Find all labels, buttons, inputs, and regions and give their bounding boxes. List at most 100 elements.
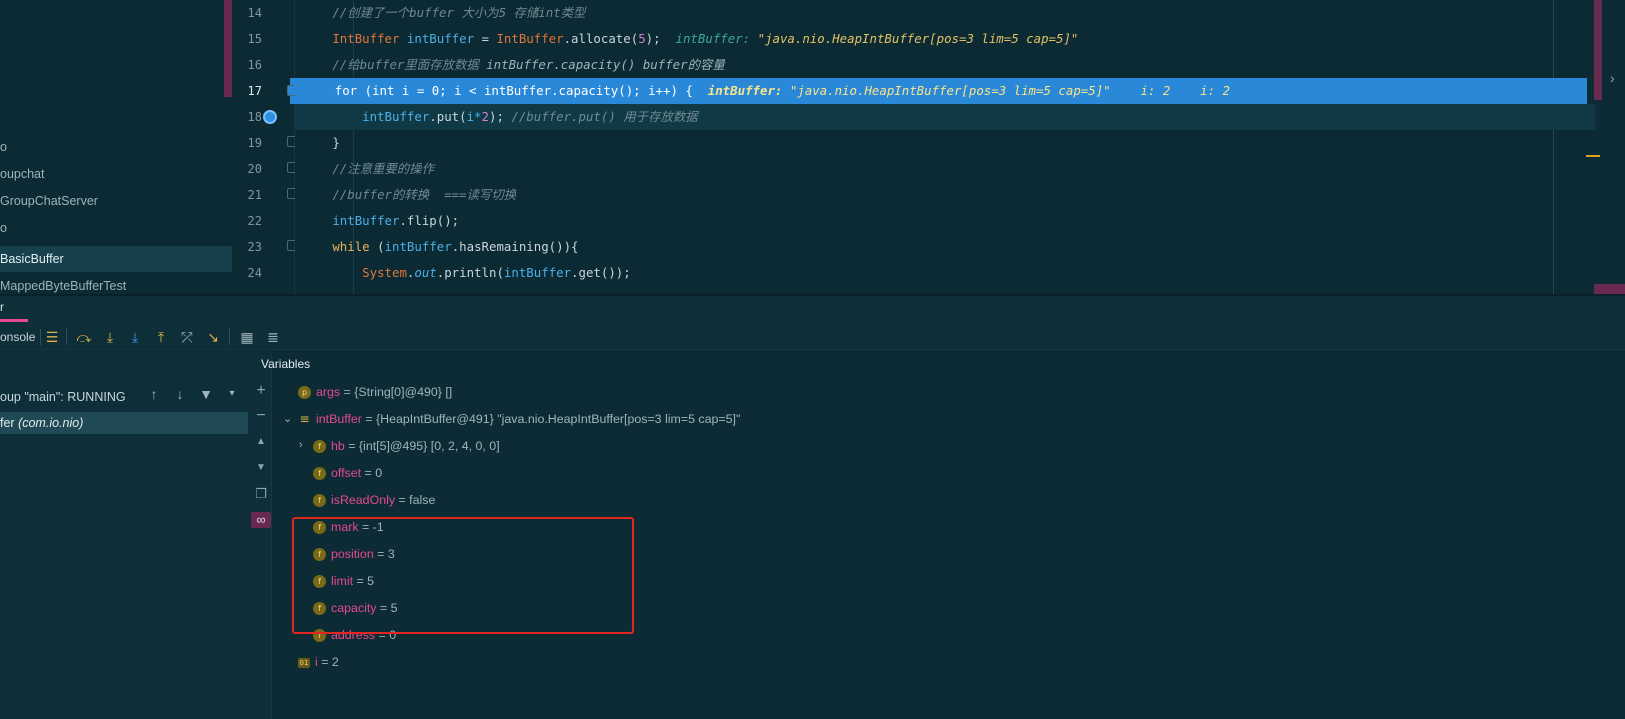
- project-tree: o oupchat GroupChatServer o BasicBuffer …: [0, 0, 232, 294]
- variable-value: {String[0]@490} []: [354, 385, 453, 399]
- code-type: IntBuffer: [332, 31, 400, 46]
- line-number: 19: [247, 136, 262, 150]
- variable-row[interactable]: f offset = 0: [313, 460, 382, 486]
- field-icon: f: [313, 440, 326, 454]
- arrow-down-icon[interactable]: ↓: [172, 384, 188, 404]
- tree-item[interactable]: oupchat: [0, 161, 232, 187]
- code-number: 2: [481, 109, 489, 124]
- project-scrollbar[interactable]: [224, 0, 232, 97]
- tree-item[interactable]: o: [0, 215, 232, 241]
- code-line: //给buffer里面存放数据 intBuffer.capacity() buf…: [295, 52, 1595, 78]
- ide-window: o oupchat GroupChatServer o BasicBuffer …: [0, 0, 1625, 719]
- line-number: 20: [247, 162, 262, 176]
- variable-row[interactable]: f hb = {int[5]@495} [0, 2, 4, 0, 0]: [313, 433, 500, 459]
- remove-watch-icon[interactable]: −: [253, 408, 269, 424]
- variable-row[interactable]: p args = {String[0]@490} []: [298, 379, 452, 405]
- variable-row[interactable]: f isReadOnly = false: [313, 487, 435, 513]
- inline-debug-value: "java.nio.HeapIntBuffer[pos=3 lim=5 cap=…: [789, 83, 1111, 98]
- stack-frame-selected[interactable]: fer (com.io.nio): [0, 412, 248, 434]
- tree-item-label: o: [0, 140, 7, 154]
- trace-icon[interactable]: ≣: [264, 328, 282, 346]
- frame-method: fer: [0, 416, 19, 430]
- evaluate-expression-icon[interactable]: ▦: [238, 328, 256, 346]
- line-number: 16: [247, 58, 262, 72]
- line-number: 23: [247, 240, 262, 254]
- tree-item-selected[interactable]: BasicBuffer: [0, 246, 232, 272]
- field-icon: f: [313, 467, 326, 481]
- code-token: );: [488, 109, 504, 124]
- breakpoint-icon[interactable]: [263, 110, 277, 124]
- editor-scrollbar[interactable]: [1594, 0, 1602, 100]
- variable-row[interactable]: 01 i = 2: [298, 649, 339, 675]
- code-editor[interactable]: //创建了一个buffer 大小为5 存储int类型 IntBuffer int…: [295, 0, 1595, 294]
- move-down-icon[interactable]: ▼: [253, 460, 269, 476]
- code-comment: //创建了一个buffer 大小为5 存储int类型: [332, 5, 586, 20]
- chevron-right-icon[interactable]: ›: [1610, 70, 1615, 86]
- tree-item-label: GroupChatServer: [0, 194, 98, 208]
- chevron-down-icon[interactable]: ⌄: [283, 412, 292, 425]
- code-variable: intBuffer: [406, 31, 475, 46]
- editor-scrollbar-horizontal[interactable]: [1594, 284, 1625, 294]
- code-token: .allocate(: [563, 31, 639, 46]
- code-keyword: while: [332, 239, 370, 254]
- code-line: //buffer的转换 ===读写切换: [295, 182, 1595, 208]
- field-icon: f: [313, 494, 326, 508]
- code-token: (: [369, 239, 385, 254]
- inline-debug-value: "java.nio.HeapIntBuffer[pos=3 lim=5 cap=…: [757, 31, 1079, 46]
- move-up-icon[interactable]: ▲: [253, 434, 269, 450]
- variable-row[interactable]: ≡ intBuffer = {HeapIntBuffer@491} "java.n…: [298, 406, 740, 432]
- add-watch-icon[interactable]: +: [253, 383, 269, 399]
- code-variable: intBuffer: [384, 239, 452, 254]
- code-line: intBuffer.put(i*2); //buffer.put() 用于存放数…: [295, 104, 1595, 130]
- inline-debug-value: i: 2: [1200, 83, 1230, 98]
- force-step-into-icon[interactable]: ⤓: [126, 328, 144, 346]
- variable-name: offset: [331, 466, 362, 480]
- tree-item-label: BasicBuffer: [0, 252, 64, 266]
- show-execution-point-icon[interactable]: ☰: [43, 328, 61, 346]
- chevron-right-icon[interactable]: ›: [299, 439, 303, 451]
- step-into-icon[interactable]: ⤓: [101, 328, 119, 346]
- run-to-cursor-icon[interactable]: ↘: [204, 328, 222, 346]
- code-comment: intBuffer.capacity() buffer的容量: [486, 57, 725, 72]
- drop-frame-icon[interactable]: ⤱: [178, 328, 196, 346]
- tree-item[interactable]: GroupChatServer: [0, 188, 232, 214]
- code-token: );: [645, 31, 661, 46]
- arrow-up-icon[interactable]: ↑: [146, 384, 162, 404]
- variable-equals: =: [395, 493, 410, 507]
- variables-title: Variables: [261, 357, 311, 371]
- variable-equals: =: [361, 412, 377, 426]
- step-over-icon[interactable]: ⤼: [75, 328, 93, 346]
- code-token: .hasRemaining()){: [451, 239, 579, 254]
- code-line: IntBuffer intBuffer = IntBuffer.allocate…: [295, 26, 1595, 52]
- object-icon: ≡: [299, 412, 310, 427]
- chevron-down-icon[interactable]: ▾: [224, 384, 240, 404]
- variable-value: {int[5]@495} [0, 2, 4, 0, 0]: [358, 439, 500, 453]
- tree-item[interactable]: o: [0, 134, 232, 160]
- code-token: =: [474, 31, 497, 46]
- variable-value: {HeapIntBuffer@491} "java.nio.HeapIntBuf…: [376, 412, 741, 426]
- filter-icon[interactable]: ▼: [198, 384, 214, 404]
- inline-debug-value: i: 2: [1140, 83, 1171, 98]
- console-tab[interactable]: onsole: [0, 330, 35, 344]
- step-out-icon[interactable]: ⤒: [152, 328, 170, 346]
- tree-item-label: MappedByteBufferTest: [0, 279, 127, 293]
- variable-name: isReadOnly: [331, 493, 396, 507]
- tree-item[interactable]: MappedByteBufferTest: [0, 273, 232, 294]
- code-token: .put(: [429, 109, 467, 124]
- variable-name: intBuffer: [316, 412, 362, 426]
- warning-marker[interactable]: [1586, 155, 1600, 157]
- debug-tab[interactable]: r: [0, 300, 4, 314]
- code-variable: intBuffer: [362, 109, 430, 124]
- variable-name: hb: [331, 439, 345, 453]
- variable-equals: =: [344, 439, 359, 453]
- code-type: IntBuffer: [496, 31, 564, 46]
- tree-item-label: oupchat: [0, 167, 45, 181]
- code-line: System.out.println(intBuffer.get());: [295, 260, 1595, 286]
- toolbar-divider: [229, 329, 230, 345]
- copy-icon[interactable]: ❐: [253, 486, 269, 502]
- glasses-icon[interactable]: ∞: [251, 512, 271, 528]
- annotation-highlight-box: [292, 517, 634, 634]
- inline-debug-name: intBuffer:: [675, 31, 751, 46]
- code-comment: //buffer的转换 ===读写切换: [332, 187, 517, 202]
- toolbar-divider: [66, 329, 67, 345]
